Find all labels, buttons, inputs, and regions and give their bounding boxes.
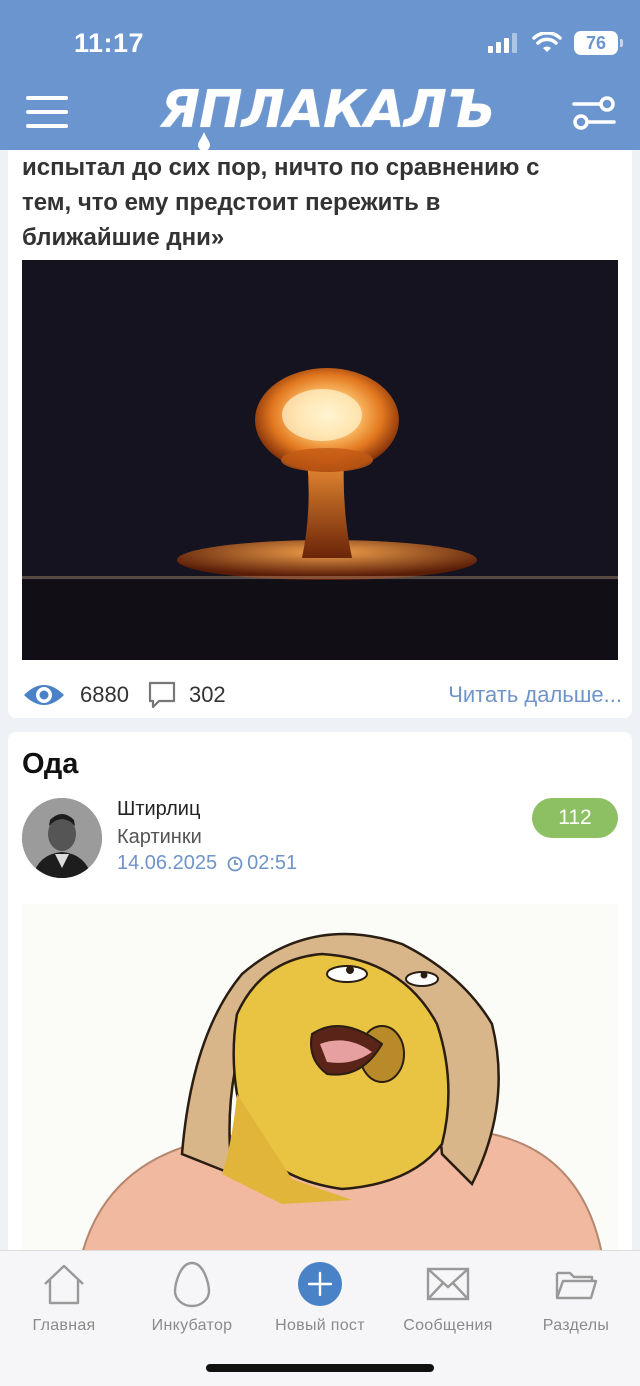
post-excerpt: испытал до сих пор, ничто по сравнению с… <box>22 150 622 255</box>
avatar[interactable] <box>22 798 102 878</box>
tab-label: Главная <box>32 1317 96 1334</box>
comments-count: 302 <box>188 682 226 707</box>
time-text: 02:51 <box>247 852 298 874</box>
post-title[interactable]: Ода <box>22 748 78 781</box>
signal-icon <box>488 33 517 53</box>
plus-circle-icon <box>298 1262 342 1306</box>
tab-sections[interactable]: Разделы <box>512 1259 640 1335</box>
tab-home[interactable]: Главная <box>0 1259 128 1335</box>
tab-label: Разделы <box>542 1317 610 1334</box>
post-card[interactable]: Ода Штирлиц Картинки 14.06.2025 02:51 11… <box>8 732 632 1252</box>
post-stats: 6880 302 Читать дальше... <box>18 678 622 712</box>
views-count: 6880 <box>80 682 129 707</box>
read-more-link[interactable]: Читать дальше... <box>448 682 622 708</box>
home-indicator[interactable] <box>206 1364 434 1372</box>
excerpt-line: ближайшие дни» <box>22 224 225 251</box>
tab-label: Новый пост <box>275 1317 365 1334</box>
nuclear-explosion-photo[interactable] <box>22 260 618 660</box>
date-text: 14.06.2025 <box>117 852 218 874</box>
menu-button[interactable] <box>26 96 70 130</box>
post-card[interactable]: испытал до сих пор, ничто по сравнению с… <box>8 150 632 718</box>
wifi-icon <box>532 32 562 52</box>
app-header: 11:17 76 ЯПЛАКАЛЪ <box>0 0 640 150</box>
hamburger-menu-icon <box>26 96 68 100</box>
tab-new-post[interactable]: Новый пост <box>256 1259 384 1335</box>
status-time: 11:17 <box>74 28 145 58</box>
status-icons: 76 <box>488 30 623 56</box>
post-date: 14.06.2025 02:51 <box>117 852 297 875</box>
clock-icon <box>227 856 243 871</box>
egg-icon <box>173 1261 211 1308</box>
eye-icon <box>24 685 64 705</box>
excerpt-line: тем, что ему предстоит пережить в <box>22 189 441 216</box>
home-icon <box>44 1264 84 1305</box>
sliders-icon[interactable] <box>572 96 616 130</box>
tab-label: Сообщения <box>403 1317 493 1334</box>
tab-incubator[interactable]: Инкубатор <box>128 1259 256 1335</box>
pencil-drawing-woman[interactable] <box>22 904 618 1252</box>
excerpt-line: испытал до сих пор, ничто по сравнению с <box>22 154 540 181</box>
battery-indicator: 76 <box>574 31 623 55</box>
site-logo[interactable]: ЯПЛАКАЛЪ <box>160 80 495 150</box>
author-name[interactable]: Штирлиц <box>117 798 200 821</box>
drop-icon <box>198 132 210 150</box>
folder-icon <box>555 1271 598 1300</box>
logo-text: ЯПЛАКАЛЪ <box>160 80 495 140</box>
rating-badge[interactable]: 112 <box>532 798 618 838</box>
tab-messages[interactable]: Сообщения <box>384 1259 512 1335</box>
post-category[interactable]: Картинки <box>117 826 202 849</box>
tab-label: Инкубатор <box>151 1317 233 1334</box>
comment-icon <box>148 681 176 709</box>
envelope-icon <box>426 1267 470 1301</box>
